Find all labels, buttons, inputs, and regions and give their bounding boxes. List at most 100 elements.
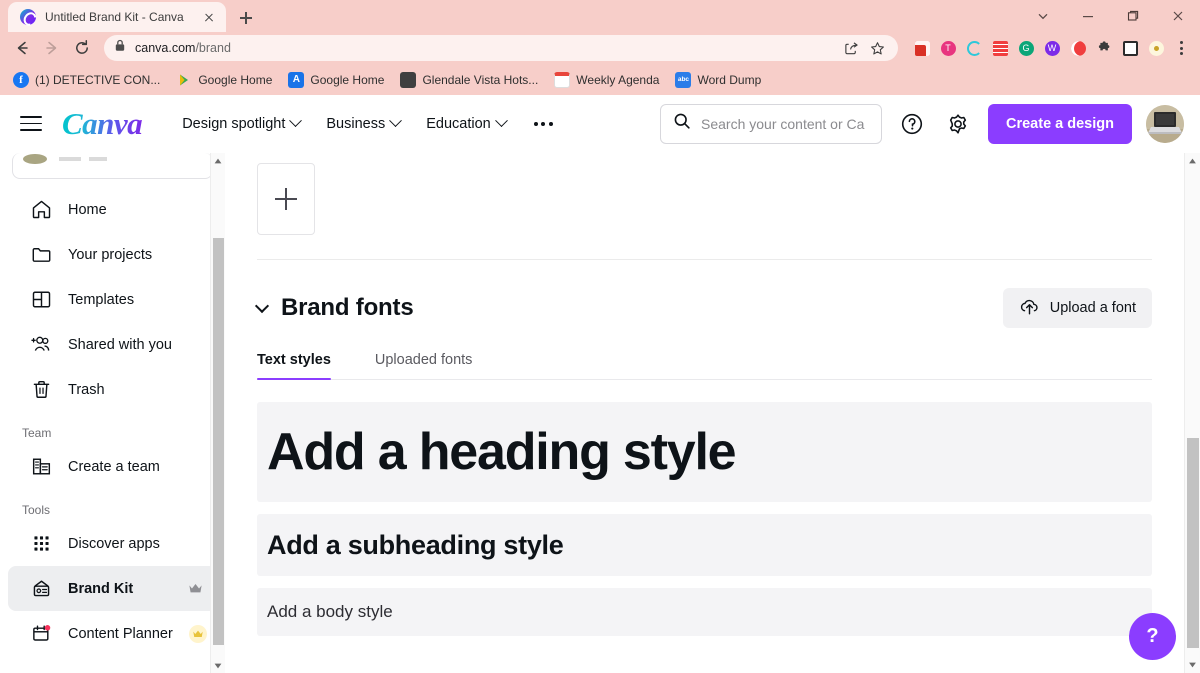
- sidebar-scrollbar[interactable]: [210, 153, 225, 673]
- minimize-icon[interactable]: [1065, 0, 1110, 32]
- nav-business[interactable]: Business: [326, 114, 403, 132]
- sidebar-item-label: Content Planner: [68, 625, 173, 642]
- purple-w-extension[interactable]: W: [1040, 36, 1064, 60]
- page-scrollbar[interactable]: [1184, 153, 1200, 673]
- nav-label: Business: [326, 115, 386, 132]
- brand-kit-panel: Brand fonts Upload a font Text styles Up…: [225, 153, 1200, 636]
- gear-icon[interactable]: [942, 108, 974, 140]
- bookmarks-bar: f (1) DETECTIVE CON... Google Home A Goo…: [0, 64, 1200, 95]
- add-plus-button[interactable]: [257, 163, 315, 235]
- star-icon[interactable]: [866, 37, 888, 59]
- sidebar-item-label: Brand Kit: [68, 580, 134, 597]
- nav-label: Education: [426, 115, 491, 132]
- account-name-placeholder: [59, 156, 202, 161]
- bookmark-label: (1) DETECTIVE CON...: [35, 72, 161, 87]
- forward-arrow-icon[interactable]: [38, 34, 66, 62]
- tab-text-styles[interactable]: Text styles: [257, 352, 331, 380]
- new-tab-icon[interactable]: [232, 4, 260, 32]
- tab-uploaded-fonts[interactable]: Uploaded fonts: [375, 352, 473, 379]
- abc-icon: abc: [675, 71, 692, 88]
- browser-tab-title: Untitled Brand Kit - Canva: [45, 10, 184, 24]
- sidebar-scrollbar-thumb[interactable]: [213, 238, 224, 645]
- bookmark-item[interactable]: abc Word Dump: [668, 69, 768, 91]
- puzzle-extension[interactable]: [1092, 36, 1116, 60]
- upload-button-label: Upload a font: [1049, 300, 1136, 316]
- sidebar-item-label: Shared with you: [68, 336, 172, 353]
- reload-icon[interactable]: [68, 34, 96, 62]
- canva-icon: [20, 9, 36, 25]
- page-scrollbar-thumb[interactable]: [1187, 438, 1199, 648]
- address-bar[interactable]: canva.com/brand: [104, 35, 898, 61]
- sidebar-item-create-a-team[interactable]: Create a team: [8, 444, 217, 489]
- orange-circle-extension[interactable]: [1066, 36, 1090, 60]
- main-content: Brand fonts Upload a font Text styles Up…: [225, 153, 1200, 673]
- help-floating-button[interactable]: ?: [1129, 613, 1176, 660]
- square-extension[interactable]: [1118, 36, 1142, 60]
- sidebar-item-label: Your projects: [68, 246, 153, 263]
- red-book-extension[interactable]: [910, 36, 934, 60]
- templates-icon: [30, 289, 52, 311]
- browser-nav-bar: canva.com/brand T G W: [0, 32, 1200, 64]
- cyan-c-extension[interactable]: [962, 36, 986, 60]
- profile-extension[interactable]: [1144, 36, 1168, 60]
- page-scroll-up-arrow[interactable]: [1185, 153, 1200, 169]
- close-icon[interactable]: [200, 8, 218, 26]
- search-input[interactable]: Search your content or Ca: [660, 103, 882, 144]
- sidebar-item-discover-apps[interactable]: Discover apps: [8, 521, 217, 566]
- page-scroll-down-arrow[interactable]: [1185, 657, 1200, 673]
- canva-logo[interactable]: Canva: [62, 106, 143, 142]
- back-arrow-icon[interactable]: [8, 34, 36, 62]
- green-circle-extension[interactable]: G: [1014, 36, 1038, 60]
- hamburger-menu-icon[interactable]: [16, 109, 46, 139]
- search-icon: [673, 112, 691, 135]
- text-style-heading-row[interactable]: Add a heading style: [257, 402, 1152, 502]
- share-icon[interactable]: [840, 37, 862, 59]
- upload-a-font-button[interactable]: Upload a font: [1002, 288, 1152, 328]
- help-circle-icon[interactable]: [896, 108, 928, 140]
- bookmark-label: Google Home: [310, 72, 385, 87]
- nav-design-spotlight[interactable]: Design spotlight: [182, 114, 303, 132]
- more-dots-icon[interactable]: [532, 116, 555, 132]
- calendar-icon: [554, 71, 571, 88]
- sidebar-item-templates[interactable]: Templates: [8, 277, 217, 322]
- sidebar-item-label: Templates: [68, 291, 135, 308]
- sidebar-item-trash[interactable]: Trash: [8, 367, 217, 412]
- sidebar-section-team: Team: [22, 426, 52, 440]
- bookmark-label: Glendale Vista Hots...: [422, 72, 539, 87]
- bookmark-item[interactable]: Weekly Agenda: [547, 69, 666, 91]
- close-window-icon[interactable]: [1155, 0, 1200, 32]
- tab-search-chevron-icon[interactable]: [1020, 0, 1065, 32]
- bookmark-item[interactable]: f (1) DETECTIVE CON...: [6, 69, 167, 91]
- text-styles-list: Add a heading style Add a subheading sty…: [257, 402, 1152, 636]
- sidebar-item-brand-kit[interactable]: Brand Kit: [8, 566, 217, 611]
- sidebar-scroll-down-arrow[interactable]: [211, 658, 225, 673]
- bookmark-item[interactable]: A Google Home: [281, 69, 391, 91]
- text-style-body-row[interactable]: Add a body style: [257, 588, 1152, 636]
- sidebar-item-home[interactable]: Home: [8, 187, 217, 232]
- maximize-icon[interactable]: [1110, 0, 1155, 32]
- bookmark-item[interactable]: Glendale Vista Hots...: [393, 69, 545, 91]
- browser-tab[interactable]: Untitled Brand Kit - Canva: [8, 2, 226, 32]
- sidebar-item-label: Home: [68, 201, 107, 218]
- sidebar-section-tools: Tools: [22, 503, 51, 517]
- play-store-icon: [176, 72, 192, 88]
- brand-kit-icon: [30, 578, 52, 600]
- window-controls: [1020, 0, 1200, 32]
- kebab-menu-icon[interactable]: [1170, 36, 1192, 60]
- sidebar-item-your-projects[interactable]: Your projects: [8, 232, 217, 277]
- sidebar-item-content-planner[interactable]: Content Planner: [8, 611, 217, 656]
- bookmark-label: Weekly Agenda: [576, 72, 660, 87]
- create-a-design-button[interactable]: Create a design: [988, 103, 1132, 144]
- text-style-subheading-row[interactable]: Add a subheading style: [257, 514, 1152, 576]
- red-lines-extension[interactable]: [988, 36, 1012, 60]
- search-placeholder: Search your content or Ca: [701, 115, 865, 132]
- account-selector[interactable]: [12, 153, 213, 179]
- sidebar-scroll-up-arrow[interactable]: [211, 153, 225, 168]
- avatar[interactable]: [1146, 104, 1184, 143]
- bookmark-item[interactable]: Google Home: [169, 69, 279, 91]
- home-icon: [30, 199, 52, 221]
- sidebar-item-shared-with-you[interactable]: Shared with you: [8, 322, 217, 367]
- chevron-down-icon[interactable]: [254, 298, 270, 314]
- nav-education[interactable]: Education: [426, 114, 508, 132]
- pink-circle-extension[interactable]: T: [936, 36, 960, 60]
